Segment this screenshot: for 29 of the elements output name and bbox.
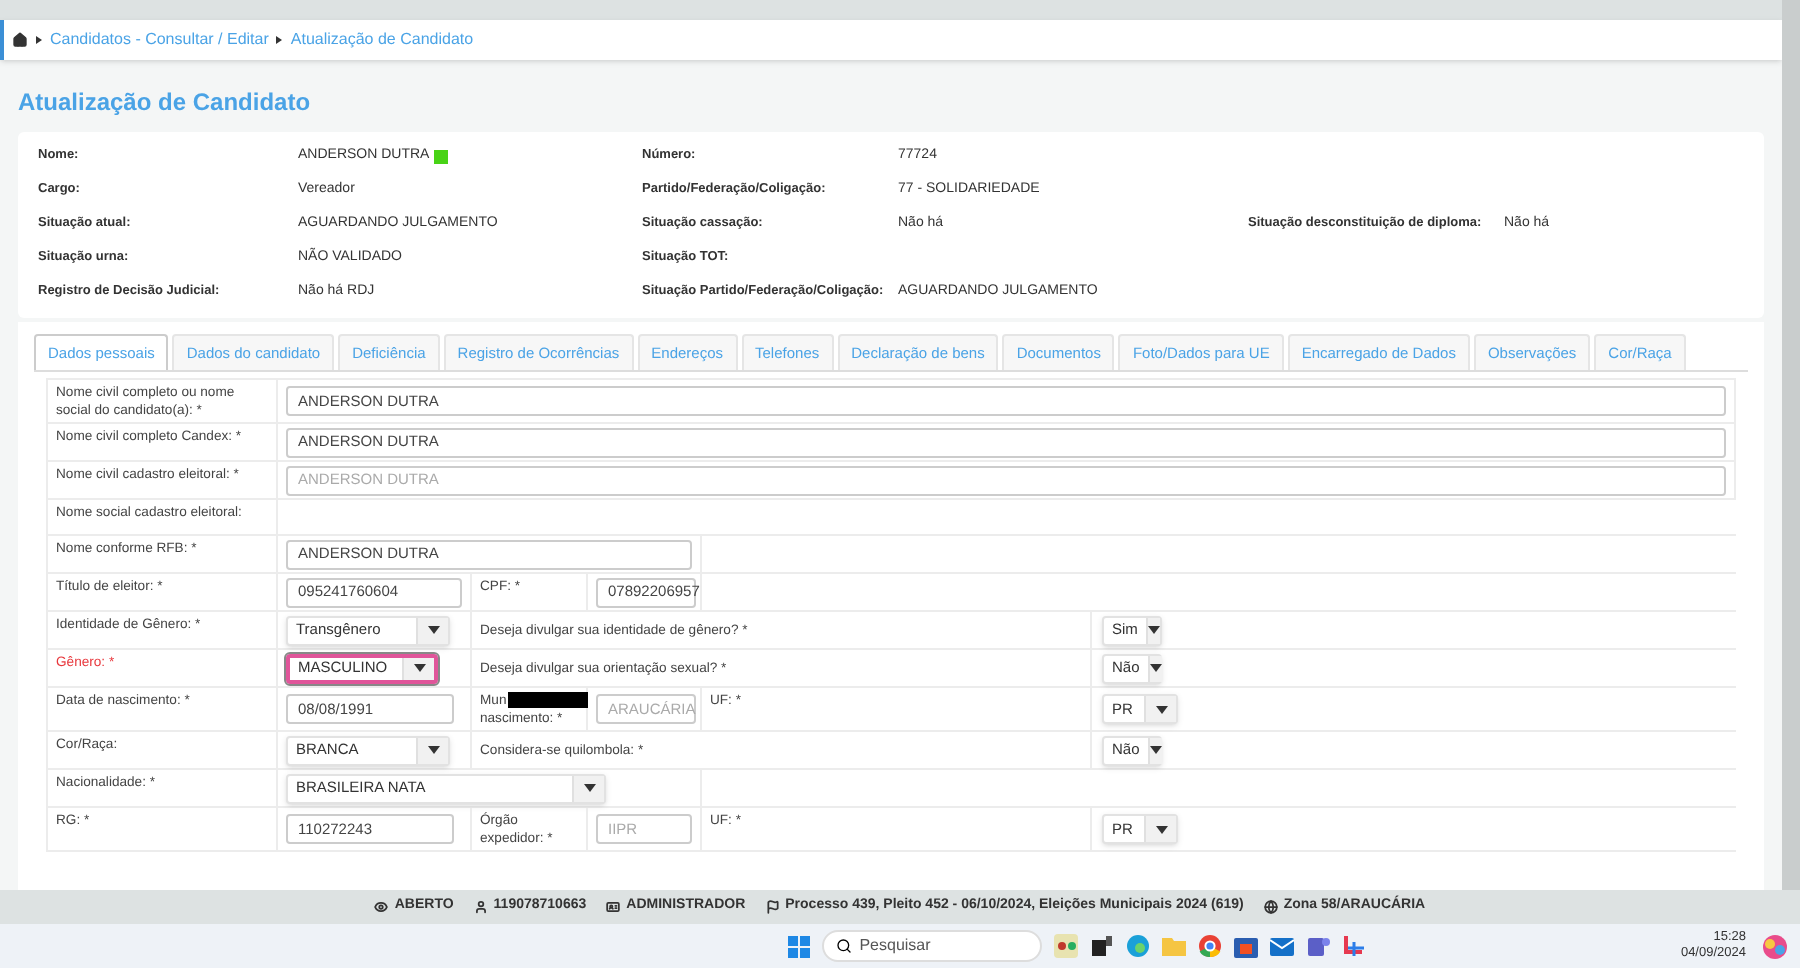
store-icon[interactable] xyxy=(1233,934,1258,958)
page-title: Atualização de Candidato xyxy=(16,86,313,120)
card-icon xyxy=(606,900,621,914)
scrollbar[interactable] xyxy=(1782,0,1800,890)
app-icon[interactable] xyxy=(1053,934,1078,958)
browser-icon[interactable] xyxy=(1125,934,1150,958)
caret-icon xyxy=(1147,626,1160,634)
chrome-icon[interactable] xyxy=(1197,934,1222,958)
caret-icon xyxy=(583,784,595,792)
home-icon[interactable] xyxy=(12,32,28,48)
caret-icon xyxy=(1155,825,1167,833)
windows-logo-icon[interactable] xyxy=(787,935,810,957)
caret-icon xyxy=(427,626,439,634)
caret-icon xyxy=(1149,664,1162,672)
search-field[interactable]: Pesquisar xyxy=(821,930,1042,962)
widget-icon[interactable] xyxy=(1762,933,1788,959)
snipping-icon[interactable] xyxy=(1341,934,1366,958)
mail-icon[interactable] xyxy=(1269,934,1294,958)
bullet-icon xyxy=(36,36,42,44)
caret-icon xyxy=(1149,746,1162,754)
globe-icon xyxy=(1263,900,1278,914)
bullet-icon xyxy=(276,36,283,44)
caret-icon xyxy=(413,664,425,672)
flag-icon xyxy=(765,900,780,914)
caret-icon xyxy=(427,746,439,754)
eye-icon xyxy=(374,900,389,914)
caret-icon xyxy=(1155,705,1167,713)
search-icon xyxy=(835,938,852,954)
user-icon xyxy=(473,900,488,914)
